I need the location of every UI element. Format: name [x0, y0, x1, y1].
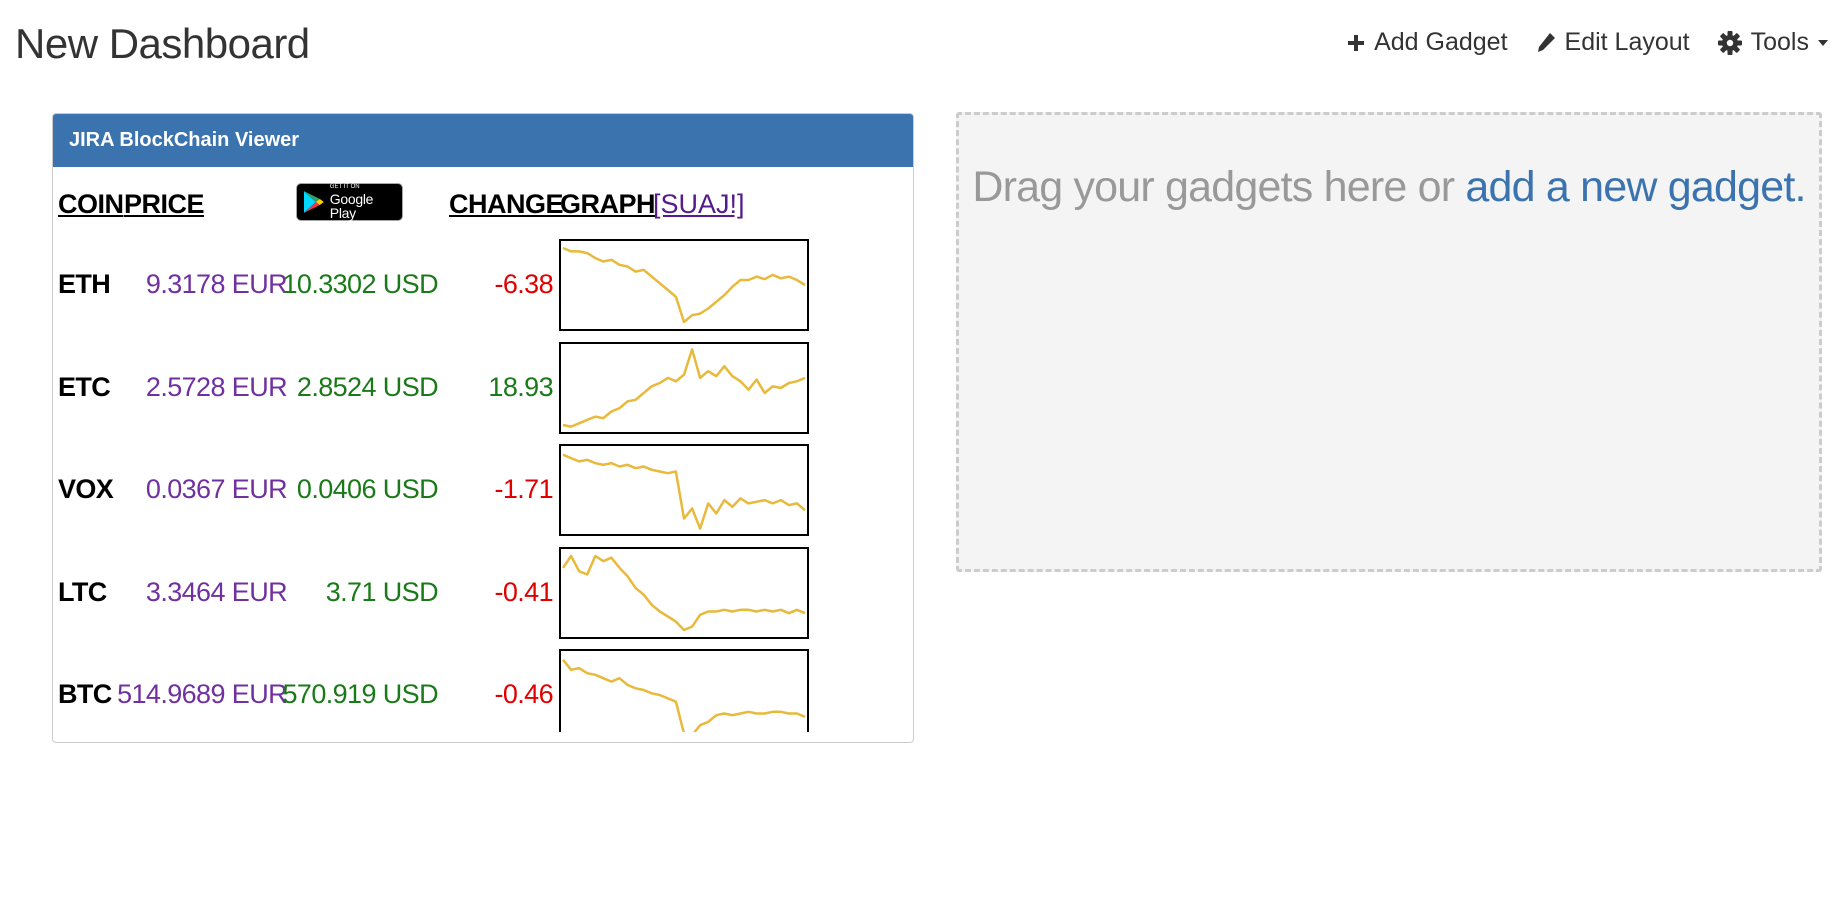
price-header: PRICE — [124, 189, 205, 219]
table-row: ETC 2.5728 EUR 2.8524 USD 18.93 — [53, 341, 913, 440]
sparkline-series — [562, 246, 806, 324]
add-gadget-button[interactable]: Add Gadget — [1347, 28, 1508, 57]
gadget-body: COIN PRICE GET IT ON Google Play CHANGE … — [53, 167, 913, 732]
price-usd: 3.71 USD — [325, 576, 439, 607]
price-eur: 514.9689 EUR — [117, 679, 288, 709]
badge-small-text: GET IT ON — [329, 184, 360, 190]
table-row: LTC 3.3464 EUR 3.71 USD -0.41 — [53, 546, 913, 645]
tools-label: Tools — [1750, 28, 1809, 56]
drop-zone-text: Drag your gadgets here or — [972, 163, 1466, 211]
pencil-icon — [1537, 32, 1555, 52]
price-eur: 9.3178 EUR — [145, 269, 288, 299]
suaj-link[interactable]: [SUAJ!] — [653, 189, 745, 220]
coin-symbol: ETH — [58, 269, 111, 299]
price-sparkline — [559, 444, 809, 536]
price-sparkline — [559, 649, 809, 732]
change-header: CHANGE — [449, 189, 564, 219]
sparkline-series — [562, 453, 806, 530]
google-play-badge[interactable]: GET IT ON Google Play — [296, 183, 403, 221]
change-value: 18.93 — [488, 371, 553, 402]
coin-symbol: LTC — [58, 576, 107, 607]
gadget-drop-zone[interactable]: Drag your gadgets here or add a new gadg… — [956, 112, 1822, 572]
caret-down-icon — [1818, 39, 1828, 46]
table-row: VOX 0.0367 EUR 0.0406 USD -1.71 — [53, 444, 913, 542]
price-eur: 0.0367 EUR — [145, 474, 288, 504]
add-new-gadget-link[interactable]: add a new gadget. — [1465, 163, 1806, 211]
plus-icon — [1348, 34, 1365, 51]
drop-zone-message: Drag your gadgets here or add a new gadg… — [959, 163, 1819, 212]
google-play-icon — [303, 191, 324, 213]
price-eur: 2.5728 EUR — [145, 371, 288, 402]
coin-symbol: VOX — [58, 474, 114, 504]
price-usd: 2.8524 USD — [296, 371, 439, 402]
graph-header: GRAPH — [560, 189, 656, 219]
gadget-title-bar[interactable]: JIRA BlockChain Viewer — [53, 114, 913, 167]
add-gadget-label: Add Gadget — [1374, 28, 1508, 56]
gear-icon — [1717, 30, 1742, 55]
tools-dropdown[interactable]: Tools — [1717, 28, 1828, 57]
sparkline-series — [561, 554, 806, 631]
coin-symbol: ETC — [58, 371, 111, 402]
badge-big-text: Google Play — [329, 191, 374, 221]
price-usd: 0.0406 USD — [296, 474, 439, 504]
price-sparkline — [559, 546, 809, 639]
change-value: -0.46 — [494, 679, 553, 709]
edit-layout-button[interactable]: Edit Layout — [1536, 28, 1690, 57]
table-row: BTC 514.9689 EUR 570.919 USD -0.46 — [53, 649, 913, 732]
blockchain-viewer-gadget: JIRA BlockChain Viewer COIN PRICE GET IT… — [52, 113, 914, 743]
change-value: -1.71 — [494, 474, 553, 504]
change-value: -0.41 — [494, 576, 553, 607]
price-sparkline — [559, 341, 809, 434]
change-value: -6.38 — [494, 269, 553, 299]
sparkline-series — [562, 658, 806, 732]
sparkline-series — [562, 347, 806, 428]
dashboard-toolbar: Add Gadget Edit Layout Tools — [1347, 28, 1828, 57]
price-eur: 3.3464 EUR — [145, 576, 288, 607]
price-usd: 10.3302 USD — [282, 269, 438, 299]
table-row: ETH 9.3178 EUR 10.3302 USD -6.38 — [53, 239, 913, 337]
page-title: New Dashboard — [15, 20, 310, 67]
coin-symbol: BTC — [58, 679, 112, 709]
edit-layout-label: Edit Layout — [1564, 28, 1690, 56]
gadget-title: JIRA BlockChain Viewer — [69, 129, 300, 151]
price-sparkline — [559, 239, 809, 331]
price-usd: 570.919 USD — [282, 679, 438, 709]
coin-header: COIN — [58, 189, 124, 219]
